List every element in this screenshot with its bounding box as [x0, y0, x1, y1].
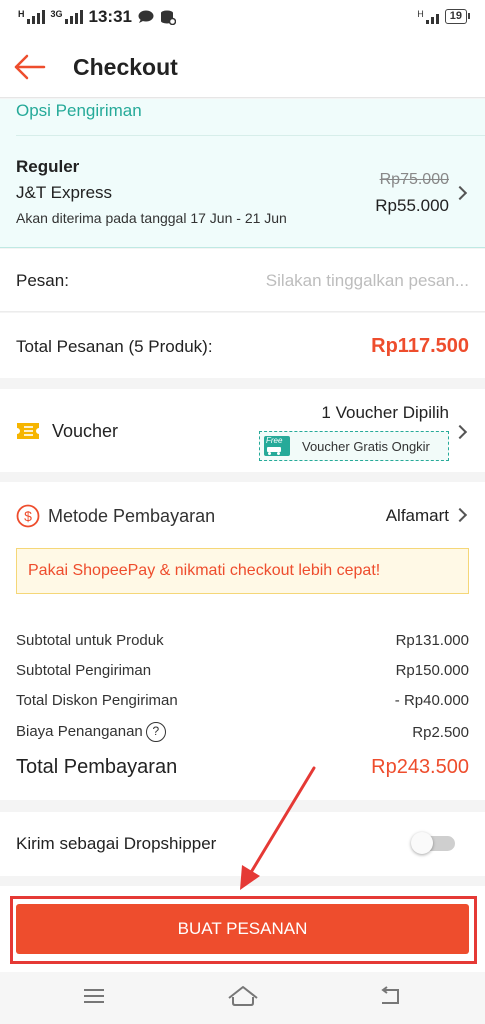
voucher-tag: Free Voucher Gratis Ongkir	[259, 431, 449, 461]
free-badge-label: Free	[266, 436, 283, 445]
shipping-eta: Akan diterima pada tanggal 17 Jun - 21 J…	[16, 210, 287, 226]
summary-value: - Rp40.000	[394, 692, 469, 709]
place-order-button[interactable]: BUAT PESANAN	[16, 904, 469, 954]
network-3g-label: 3G	[50, 9, 63, 19]
menu-icon[interactable]	[83, 988, 105, 1004]
message-input[interactable]	[209, 269, 469, 293]
help-icon[interactable]: ?	[145, 722, 166, 742]
storage-icon	[161, 10, 176, 25]
status-bar: H 3G 13:31 H 19	[0, 0, 485, 36]
summary-value: Rp150.000	[395, 662, 469, 679]
page-title: Checkout	[73, 54, 178, 80]
signal-3g-icon: 3G	[51, 10, 83, 24]
voucher-label: Voucher	[52, 421, 119, 441]
shipping-old-price: Rp75.000	[379, 171, 449, 188]
total-payment-value: Rp243.500	[371, 756, 469, 778]
dollar-circle-icon: $	[16, 504, 40, 528]
shipping-section-label: Opsi Pengiriman	[16, 101, 142, 120]
back-button[interactable]	[12, 50, 48, 84]
system-nav-bar	[0, 972, 485, 1024]
payment-method-row[interactable]: $ Metode Pembayaran Alfamart	[0, 482, 485, 548]
payment-method-value: Alfamart	[385, 506, 449, 525]
svg-text:$: $	[24, 508, 32, 524]
order-total-value: Rp117.500	[371, 335, 469, 357]
dropshipper-label: Kirim sebagai Dropshipper	[16, 834, 217, 853]
divider	[16, 135, 485, 136]
chevron-right-icon	[452, 424, 468, 440]
total-payment-label: Total Pembayaran	[16, 756, 178, 778]
voucher-tag-text: Voucher Gratis Ongkir	[302, 439, 430, 454]
status-left: H 3G 13:31	[18, 7, 176, 27]
ticket-icon	[17, 423, 39, 439]
shipping-courier: J&T Express	[16, 183, 113, 202]
summary-label: Subtotal untuk Produk	[16, 632, 164, 649]
shopeepay-promo-banner[interactable]: Pakai ShopeePay & nikmati checkout lebih…	[16, 548, 469, 594]
summary-label: Biaya Penanganan	[16, 722, 143, 740]
promo-text: Pakai ShopeePay & nikmati checkout lebih…	[28, 562, 381, 579]
order-total-row: Total Pesanan (5 Produk): Rp117.500	[0, 313, 485, 378]
message-row: Pesan:	[0, 249, 485, 312]
dropshipper-toggle[interactable]	[411, 832, 455, 854]
home-icon[interactable]	[227, 985, 259, 1007]
summary-value: Rp131.000	[395, 632, 469, 649]
handling-fee-label-group: Biaya Penanganan?	[16, 722, 166, 742]
app-header: Checkout	[0, 36, 485, 98]
arrow-left-icon	[14, 54, 46, 80]
order-total-label: Total Pesanan (5 Produk):	[16, 337, 213, 356]
checkout-footer: BUAT PESANAN	[0, 886, 485, 972]
summary-label: Total Diskon Pengiriman	[16, 692, 178, 709]
annotation-arrow-icon	[240, 766, 316, 890]
shipping-option-section[interactable]: Opsi Pengiriman Reguler J&T Express Akan…	[0, 99, 485, 248]
back-nav-icon[interactable]	[378, 986, 402, 1006]
status-right: H 19	[417, 8, 471, 24]
shipping-type: Reguler	[16, 157, 80, 176]
shipping-new-price: Rp55.000	[375, 196, 449, 215]
summary-value: Rp2.500	[412, 724, 469, 741]
chevron-right-icon	[452, 507, 468, 523]
promo-area: Pakai ShopeePay & nikmati checkout lebih…	[0, 548, 485, 596]
battery-icon: 19	[444, 9, 471, 24]
clock: 13:31	[88, 7, 132, 26]
voucher-selected-count: 1 Voucher Dipilih	[321, 403, 449, 422]
voucher-row[interactable]: Voucher 1 Voucher Dipilih Free Voucher G…	[0, 389, 485, 472]
message-icon	[138, 10, 154, 23]
free-shipping-badge-icon: Free	[264, 436, 290, 456]
summary-label: Subtotal Pengiriman	[16, 662, 152, 679]
toggle-knob	[411, 832, 433, 854]
payment-method-label: Metode Pembayaran	[48, 506, 216, 526]
network-right-label: H	[417, 8, 424, 19]
chevron-right-icon	[452, 185, 468, 201]
signal-right-icon: H	[417, 8, 439, 24]
network-type-label: H	[18, 9, 25, 19]
signal-icon: H	[18, 10, 45, 24]
message-label: Pesan:	[16, 271, 69, 290]
